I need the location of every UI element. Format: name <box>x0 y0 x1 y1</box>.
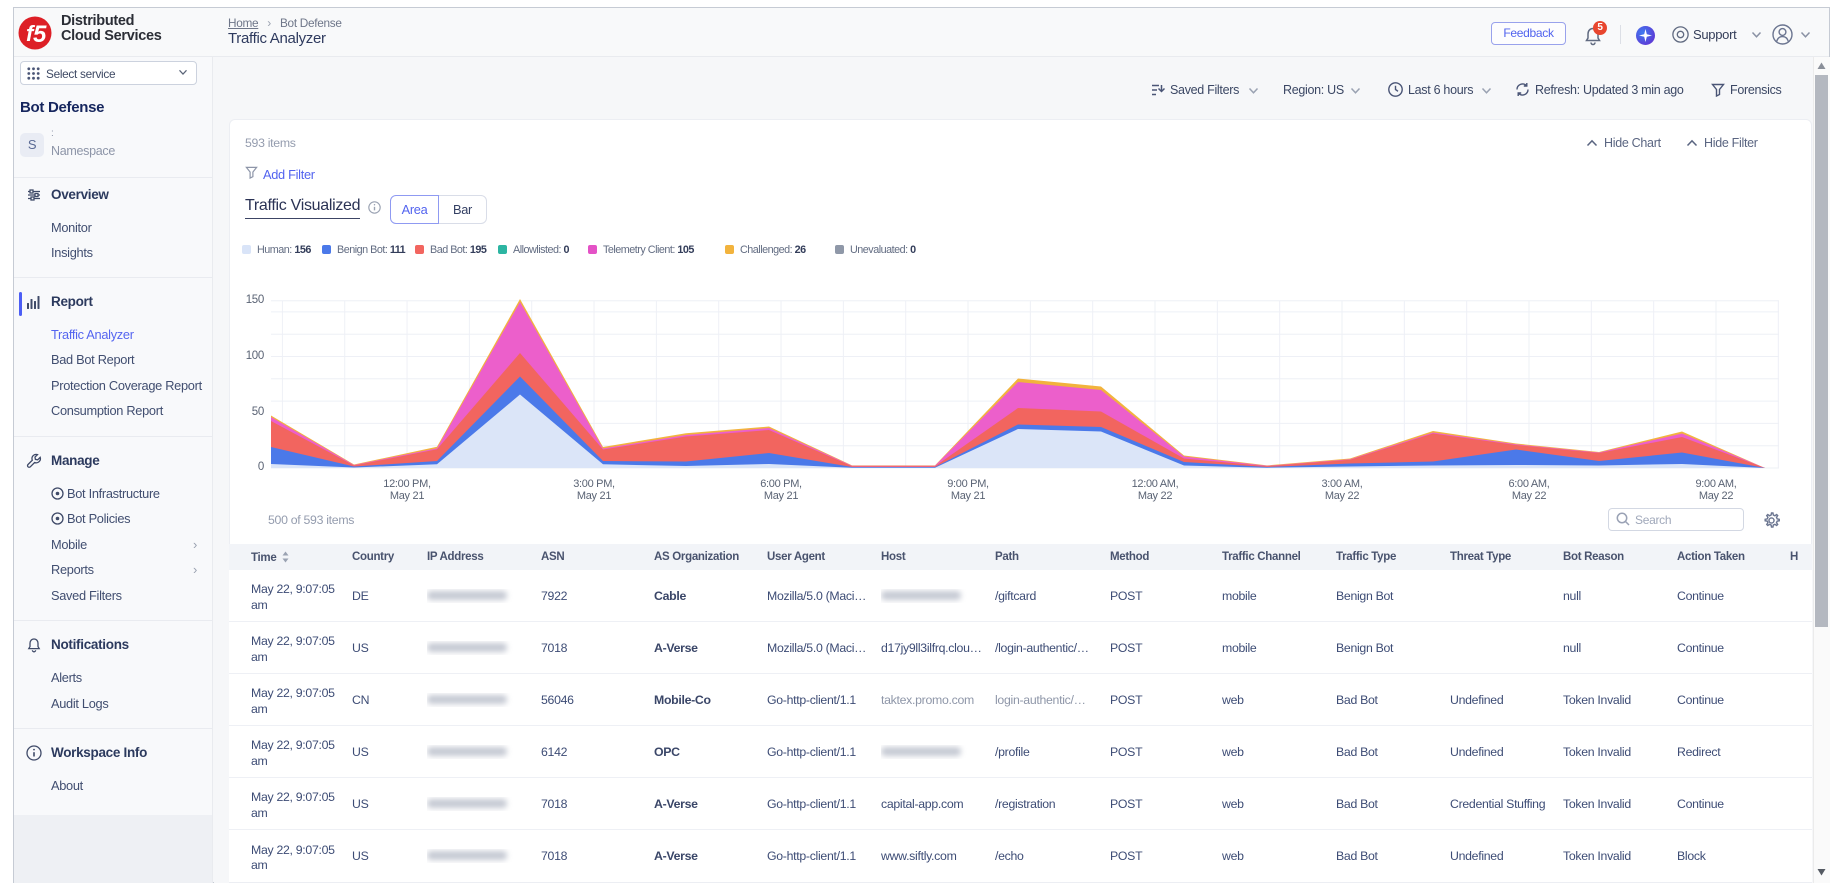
svg-text:5: 5 <box>33 21 47 48</box>
